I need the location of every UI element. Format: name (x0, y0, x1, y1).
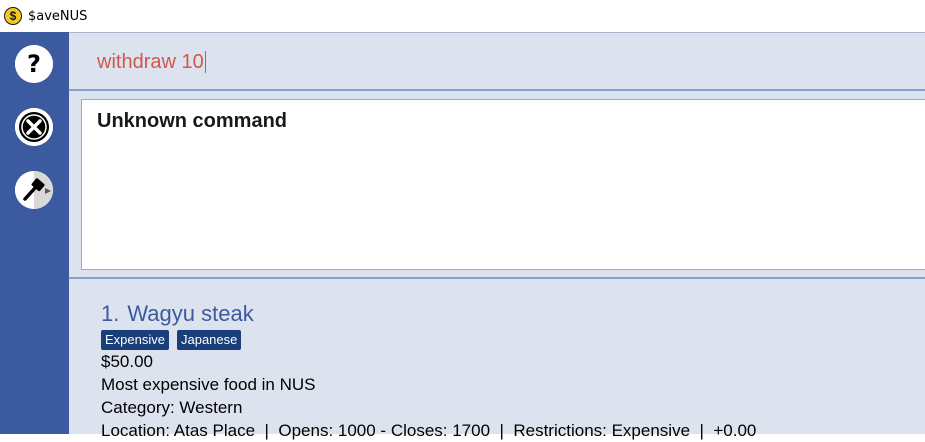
result-message: Unknown command (97, 110, 288, 132)
food-index: 1. (101, 301, 120, 326)
result-display[interactable]: Unknown command (81, 99, 925, 270)
theme-brush-icon (15, 171, 53, 209)
tag-badge: Expensive (101, 330, 169, 350)
sidebar: ? (0, 32, 69, 434)
command-input[interactable]: withdraw 10 (87, 47, 787, 77)
help-icon: ? (15, 45, 53, 83)
food-tags: Expensive Japanese (101, 330, 921, 350)
dollar-coin-icon: $ (4, 7, 22, 25)
food-description: Most expensive food in NUS (101, 375, 316, 394)
exit-icon (15, 108, 53, 146)
app-icon-glyph: $ (9, 9, 17, 23)
main-panel: withdraw 10 Unknown command 1. Wagyu stea… (69, 32, 925, 440)
theme-button[interactable] (15, 171, 53, 209)
divider (69, 277, 925, 279)
food-card[interactable]: 1. Wagyu steak Expensive Japanese $50.00 … (101, 300, 921, 442)
exit-button[interactable] (15, 108, 53, 146)
text-caret (204, 51, 206, 73)
svg-text:?: ? (27, 50, 41, 78)
food-card-title: 1. Wagyu steak (101, 300, 921, 328)
divider (69, 89, 925, 91)
command-bar: withdraw 10 (69, 32, 925, 90)
food-price: $50.00 (101, 352, 153, 371)
help-button[interactable]: ? (15, 45, 53, 83)
food-name: Wagyu steak (127, 301, 254, 326)
food-category: Category: Western (101, 398, 243, 417)
command-text: withdraw 10 (97, 51, 204, 73)
food-details: Location: Atas Place | Opens: 1000 - Clo… (101, 421, 757, 440)
tag-badge: Japanese (176, 330, 242, 350)
window-title: $aveNUS (28, 8, 88, 24)
window-titlebar: $ $aveNUS (0, 0, 925, 32)
